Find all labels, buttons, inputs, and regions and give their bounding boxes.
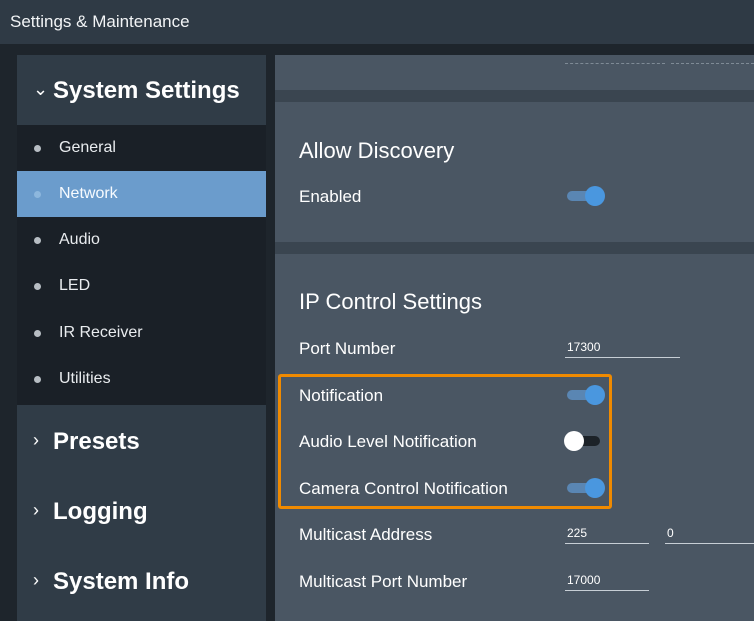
- bullet-icon: [34, 283, 41, 290]
- ip-control-title: IP Control Settings: [299, 289, 483, 314]
- dashed-divider: [565, 63, 665, 64]
- multicast-octet-2-value: 0: [667, 526, 674, 540]
- sidebar-item-label: General: [59, 139, 116, 156]
- system-info-header[interactable]: › System Info: [17, 547, 266, 615]
- chevron-right-icon: ›: [33, 430, 39, 450]
- bullet-icon: [34, 376, 41, 383]
- window-title: Settings & Maintenance: [10, 12, 190, 31]
- previous-section-panel: [275, 55, 754, 90]
- chevron-down-icon: ⌄: [33, 79, 49, 99]
- sidebar-item-label: Utilities: [59, 370, 111, 387]
- multicast-octet-1-value: 225: [567, 526, 588, 540]
- port-number-value: 17300: [567, 340, 601, 354]
- allow-discovery-panel: Allow Discovery Enabled: [275, 102, 754, 242]
- dashed-divider: [671, 63, 754, 64]
- sidebar-item-general[interactable]: General: [17, 125, 266, 171]
- bullet-icon: [34, 191, 41, 198]
- bullet-icon: [34, 237, 41, 244]
- sidebar-item-ir-receiver[interactable]: IR Receiver: [17, 310, 266, 356]
- logging-label: Logging: [53, 498, 148, 525]
- sidebar-item-utilities[interactable]: Utilities: [17, 356, 266, 402]
- allow-discovery-toggle[interactable]: [567, 186, 605, 206]
- multicast-port-number-input[interactable]: 17000: [565, 569, 649, 591]
- bullet-icon: [34, 145, 41, 152]
- system-settings-submenu: General Network Audio LED IR Receiver Ut…: [17, 125, 266, 405]
- multicast-port-number-value: 17000: [567, 573, 601, 587]
- notification-highlight-box: [278, 374, 612, 509]
- sidebar-item-label: LED: [59, 277, 91, 294]
- presets-label: Presets: [53, 428, 140, 455]
- bullet-icon: [34, 330, 41, 337]
- sidebar-item-label: Network: [59, 185, 118, 202]
- chevron-right-icon: ›: [33, 570, 39, 590]
- system-info-label: System Info: [53, 568, 190, 595]
- system-settings-label: System Settings: [53, 77, 240, 104]
- multicast-address-octet-2[interactable]: 0: [665, 522, 754, 544]
- sidebar-item-label: Audio: [59, 231, 100, 248]
- multicast-port-number-label: Multicast Port Number: [299, 572, 468, 591]
- system-settings-header[interactable]: ⌄ System Settings: [17, 55, 266, 123]
- multicast-address-octet-1[interactable]: 225: [565, 522, 649, 544]
- title-bar: Settings & Maintenance: [0, 0, 754, 44]
- presets-header[interactable]: › Presets: [17, 407, 266, 475]
- port-number-input[interactable]: 17300: [565, 336, 680, 358]
- sidebar: ⌄ System Settings General Network Audio …: [17, 55, 266, 621]
- sidebar-item-network[interactable]: Network: [17, 171, 266, 217]
- chevron-right-icon: ›: [33, 500, 39, 520]
- sidebar-item-led[interactable]: LED: [17, 263, 266, 309]
- multicast-address-label: Multicast Address: [299, 525, 433, 544]
- sidebar-item-audio[interactable]: Audio: [17, 217, 266, 263]
- settings-content: Allow Discovery Enabled IP Control Setti…: [275, 55, 754, 621]
- sidebar-item-label: IR Receiver: [59, 324, 143, 341]
- port-number-label: Port Number: [299, 339, 396, 358]
- enabled-label: Enabled: [299, 187, 362, 206]
- allow-discovery-title: Allow Discovery: [299, 138, 455, 163]
- logging-header[interactable]: › Logging: [17, 477, 266, 545]
